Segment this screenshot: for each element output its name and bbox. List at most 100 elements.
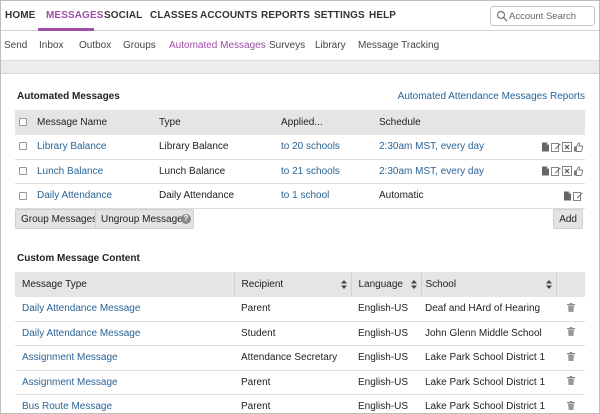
schedule-text: Automatic [379,190,424,202]
custom-message-content-title: Custom Message Content [17,253,140,264]
custom-content-table: Message Type Recipient Language School D… [15,272,585,413]
recipient: Attendance Secretary [241,352,338,364]
nav-classes[interactable]: CLASSES [150,10,198,21]
recipient: Parent [241,376,271,388]
account-search-input[interactable] [509,9,593,23]
sort-icon [340,280,347,289]
thumbs-up-icon[interactable] [573,141,583,152]
attendance-reports-link[interactable]: Automated Attendance Messages Reports [398,91,585,102]
main-content: Automated Messages Automated Attendance … [1,74,599,413]
col-applied[interactable]: Applied... [281,110,379,135]
trash-icon[interactable] [566,400,575,413]
recipient: Student [241,327,276,339]
col-schedule[interactable]: Schedule [379,110,529,135]
row-checkbox[interactable] [19,167,27,176]
thumbs-up-icon[interactable] [573,166,583,177]
document-icon[interactable] [541,166,550,176]
trash-icon[interactable] [566,327,575,339]
nav-reports[interactable]: REPORTS [261,10,310,21]
table-header-row: Message Type Recipient Language School [15,272,585,297]
recipient: Parent [241,303,271,314]
nav-messages[interactable]: MESSAGES [46,10,103,21]
row-actions [529,141,585,152]
select-all-checkbox[interactable] [19,118,27,127]
table-row: Daily Attendance Message Student English-U… [15,321,585,346]
subnav-surveys[interactable]: Surveys [269,40,305,51]
col-type[interactable]: Type [159,110,281,135]
school: Deaf and HArd of Hearing [425,303,541,314]
nav-home[interactable]: HOME [5,10,35,21]
edit-icon[interactable] [551,142,561,152]
message-type: Library Balance [159,141,229,152]
subnav-inbox[interactable]: Inbox [39,40,63,51]
trash-icon[interactable] [566,351,575,364]
add-button[interactable]: Add [553,209,583,229]
message-type: Lunch Balance [159,165,226,177]
table-row: Lunch Balance Lunch Balance to 21 schools 2… [15,159,585,184]
ungroup-messages-button[interactable]: Ungroup Messages [95,209,194,229]
subnav-message-tracking[interactable]: Message Tracking [358,40,439,51]
subnav-groups[interactable]: Groups [123,40,156,51]
row-checkbox[interactable] [19,142,27,151]
row-actions [529,191,585,201]
subnav-send[interactable]: Send [4,40,27,51]
trash-icon[interactable] [566,302,575,315]
col-message-type[interactable]: Message Type [15,272,234,297]
message-name-link[interactable]: Lunch Balance [37,166,103,177]
nav-help[interactable]: HELP [369,10,396,21]
applied-schools-link[interactable]: to 21 schools [281,166,340,177]
document-icon[interactable] [563,191,572,201]
applied-schools-link[interactable]: to 20 schools [281,141,340,152]
row-checkbox[interactable] [19,191,27,200]
close-box-icon[interactable] [562,166,572,177]
message-name-link[interactable]: Library Balance [37,141,106,152]
nav-settings[interactable]: SETTINGS [314,10,365,21]
divider-bar [1,61,599,74]
schedule-link[interactable]: 2:30am MST, every day [379,141,484,152]
group-messages-button[interactable]: Group Messages [15,209,104,229]
table-row: Assignment Message Parent English-US Lake P… [15,370,585,395]
col-language[interactable]: Language [350,272,421,297]
automated-messages-table: Message Name Type Applied... Schedule Li… [15,110,585,209]
language: English-US [358,352,409,364]
help-icon[interactable]: ? [181,214,191,224]
trash-icon[interactable] [566,376,575,388]
sort-icon [410,280,417,289]
school: John Glenn Middle School [425,327,542,339]
sub-nav: Send Inbox Outbox Groups Automated Messa… [1,31,599,61]
account-search[interactable] [490,6,595,26]
col-school[interactable]: School [420,272,556,297]
table-header-row: Message Name Type Applied... Schedule [15,110,585,135]
message-type-link[interactable]: Daily Attendance Message [22,303,140,314]
edit-icon[interactable] [573,191,583,201]
subnav-library[interactable]: Library [315,40,346,51]
edit-icon[interactable] [551,166,561,177]
row-actions [529,166,585,177]
message-type-link[interactable]: Daily Attendance Message [22,328,140,339]
language: English-US [358,303,409,314]
close-box-icon[interactable] [562,141,572,152]
message-type-link[interactable]: Assignment Message [22,352,118,363]
subnav-outbox[interactable]: Outbox [79,40,111,51]
message-type: Daily Attendance [159,190,235,202]
recipient: Parent [241,401,271,413]
col-recipient[interactable]: Recipient [233,272,351,297]
school: Lake Park School District 1 [425,352,546,364]
language: English-US [358,401,409,413]
message-type-link[interactable]: Bus Route Message [22,401,112,412]
subnav-automated-messages[interactable]: Automated Messages [169,40,266,51]
document-icon[interactable] [541,142,550,152]
message-name-link[interactable]: Daily Attendance [37,190,112,201]
applied-schools-link[interactable]: to 1 school [281,190,329,201]
table-row: Daily Attendance Message Parent English-US… [15,297,585,321]
app-window: HOME MESSAGES SOCIAL CLASSES ACCOUNTS RE… [0,0,600,414]
message-type-link[interactable]: Assignment Message [22,377,118,388]
nav-accounts[interactable]: ACCOUNTS [200,10,257,21]
language: English-US [358,376,409,388]
table-row: Library Balance Library Balance to 20 scho… [15,135,585,159]
schedule-link[interactable]: 2:30am MST, every day [379,166,484,177]
nav-social[interactable]: SOCIAL [104,10,142,21]
col-message-name[interactable]: Message Name [37,110,159,135]
top-nav: HOME MESSAGES SOCIAL CLASSES ACCOUNTS RE… [1,1,599,31]
automated-messages-title: Automated Messages [17,91,120,102]
